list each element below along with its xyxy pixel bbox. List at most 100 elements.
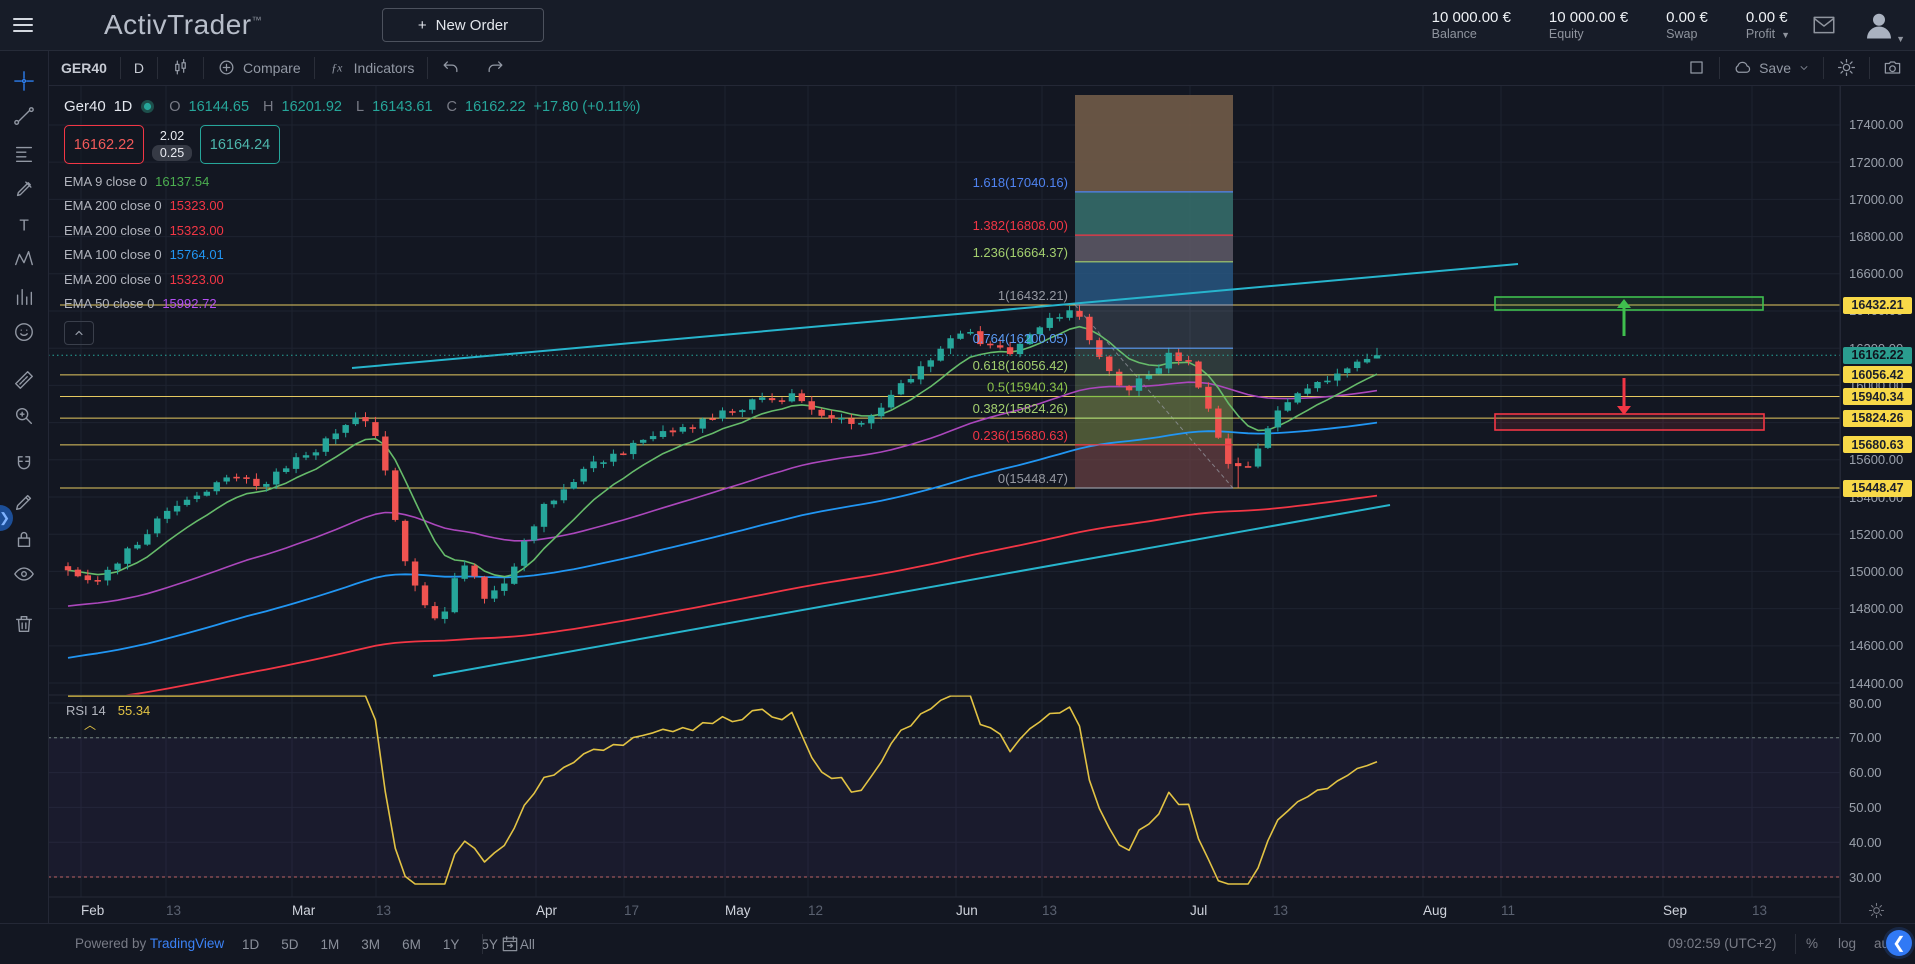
tool-xabcd-pattern[interactable] (13, 248, 35, 270)
tool-zoom-in[interactable] (13, 405, 35, 427)
powered-by: Powered by TradingView (75, 936, 224, 951)
buy-button[interactable]: 16164.24 (200, 125, 280, 164)
collapse-panel-button[interactable]: ❮ (1886, 930, 1912, 956)
ask-price: 16164.24 (210, 137, 270, 153)
screenshot-button[interactable] (1870, 50, 1915, 85)
tool-fib-retracement[interactable] (13, 143, 35, 165)
rsi-legend[interactable]: RSI 14 55.34 (66, 703, 150, 718)
ema-legend-row[interactable]: EMA 200 close 015323.00 (64, 223, 640, 238)
lot-size-value[interactable]: 0.25 (152, 145, 192, 161)
fib-level-label: 0.618(16056.42) (973, 358, 1068, 373)
tool-brush[interactable] (13, 178, 35, 200)
price-level-badge[interactable]: 16432.21 (1843, 297, 1912, 314)
layout-select-button[interactable] (1674, 50, 1719, 85)
ema-legend-row[interactable]: EMA 200 close 015323.00 (64, 272, 640, 287)
tool-crosshair[interactable] (13, 70, 35, 92)
symbol-legend-row[interactable]: Ger40 1D O16144.65 H16201.92 L16143.61 C… (64, 98, 640, 115)
tool-measure[interactable] (13, 369, 35, 391)
range-button-1y[interactable]: 1Y (437, 934, 466, 955)
stat-value: 10 000.00 € (1432, 9, 1511, 26)
red-zone-box[interactable] (1495, 414, 1764, 430)
rsi-axis-label: 50.00 (1849, 800, 1882, 815)
tool-emoji[interactable] (13, 321, 35, 343)
rsi-collapse-icon[interactable]: ︿ (84, 716, 96, 733)
fx-icon: ƒx (328, 58, 347, 77)
ema-legend-row[interactable]: EMA 200 close 015323.00 (64, 198, 640, 213)
date-range-buttons: 1D5D1M3M6M1Y5YAll (236, 924, 541, 964)
price-axis-label: 16800.00 (1849, 229, 1903, 244)
sell-button[interactable]: 16162.22 (64, 125, 144, 164)
stat-profit[interactable]: 0.00 €Profit▼ (1746, 9, 1790, 41)
top-bar: ActivTrader™ + New Order 10 000.00 €Bala… (0, 0, 1915, 51)
tool-trash[interactable] (13, 613, 35, 635)
time-axis-label: 11 (1501, 903, 1515, 918)
price-level-badge[interactable]: 15824.26 (1843, 410, 1912, 427)
mail-icon[interactable] (1811, 12, 1837, 38)
range-button-1d[interactable]: 1D (236, 934, 265, 955)
undo-button[interactable] (428, 50, 473, 85)
time-axis-label: Aug (1423, 903, 1447, 918)
tool-magnet[interactable] (13, 454, 35, 476)
save-layout-button[interactable]: Save (1720, 50, 1823, 85)
tradingview-link[interactable]: TradingView (150, 936, 224, 951)
indicators-label: Indicators (354, 60, 415, 76)
price-axis-label: 14400.00 (1849, 676, 1903, 691)
ema-legend-row[interactable]: EMA 50 close 015992.72 (64, 296, 640, 311)
interval-selector[interactable]: D (121, 50, 157, 85)
range-button-6m[interactable]: 6M (396, 934, 427, 955)
chart-settings-button[interactable] (1824, 50, 1869, 85)
ema-value: 16137.54 (155, 174, 209, 189)
price-axis-label: 15000.00 (1849, 564, 1903, 579)
range-button-1m[interactable]: 1M (315, 934, 346, 955)
ema-value: 15323.00 (170, 223, 224, 238)
chevron-right-icon: ❯ (0, 510, 10, 526)
price-axis-label: 14800.00 (1849, 601, 1903, 616)
clock[interactable]: 09:02:59 (UTC+2) (1668, 936, 1776, 951)
green-zone-box[interactable] (1495, 297, 1763, 310)
log-scale-button[interactable]: log (1838, 936, 1856, 951)
new-order-button[interactable]: + New Order (382, 8, 544, 42)
legend-collapse-button[interactable] (64, 321, 94, 345)
stat-swap: 0.00 €Swap (1666, 9, 1708, 41)
ema-legend-row[interactable]: EMA 100 close 015764.01 (64, 247, 640, 262)
stat-value: 0.00 € (1666, 9, 1708, 26)
tool-lock[interactable] (13, 528, 35, 550)
range-button-3m[interactable]: 3M (355, 934, 386, 955)
ema-label: EMA 50 close 0 (64, 296, 154, 311)
percent-scale-button[interactable]: % (1806, 936, 1818, 951)
avatar[interactable] (1861, 7, 1897, 43)
time-axis-label: Sep (1663, 903, 1687, 918)
time-axis-label: 13 (1042, 903, 1057, 918)
circle-plus-icon (217, 58, 236, 77)
go-to-date-icon[interactable] (500, 934, 520, 954)
caret-down-icon[interactable]: ▼ (1781, 30, 1790, 40)
indicators-button[interactable]: ƒx Indicators (315, 50, 428, 85)
tool-trend-line[interactable] (13, 105, 35, 127)
price-axis[interactable]: 17400.0017200.0017000.0016800.0016600.00… (1840, 85, 1915, 923)
tool-forecast[interactable] (13, 286, 35, 308)
redo-button[interactable] (473, 50, 518, 85)
price-level-badge[interactable]: 15448.47 (1843, 480, 1912, 497)
new-order-label: New Order (436, 17, 509, 34)
current-price-badge[interactable]: 16162.22 (1843, 347, 1912, 364)
plus-icon: + (418, 17, 427, 34)
price-axis-label: 16600.00 (1849, 266, 1903, 281)
chart-legend: Ger40 1D O16144.65 H16201.92 L16143.61 C… (64, 98, 640, 345)
compare-button[interactable]: Compare (204, 50, 314, 85)
tool-text[interactable]: T (13, 214, 35, 236)
price-level-badge[interactable]: 15940.34 (1843, 388, 1912, 405)
price-level-badge[interactable]: 15680.63 (1843, 436, 1912, 453)
menu-icon[interactable] (0, 0, 46, 50)
tool-pencil[interactable] (13, 491, 35, 513)
chart-type-button[interactable] (158, 50, 203, 85)
legend-interval: 1D (114, 99, 133, 115)
price-level-badge[interactable]: 16056.42 (1843, 366, 1912, 383)
open-label: O (169, 99, 180, 115)
symbol-selector[interactable]: GER40 (48, 50, 120, 85)
range-button-5d[interactable]: 5D (275, 934, 304, 955)
tool-eye[interactable] (13, 563, 35, 585)
time-axis-label: Feb (81, 903, 104, 918)
ema-legend-row[interactable]: EMA 9 close 016137.54 (64, 174, 640, 189)
redo-icon (486, 58, 505, 77)
axis-settings-icon[interactable] (1868, 902, 1886, 920)
